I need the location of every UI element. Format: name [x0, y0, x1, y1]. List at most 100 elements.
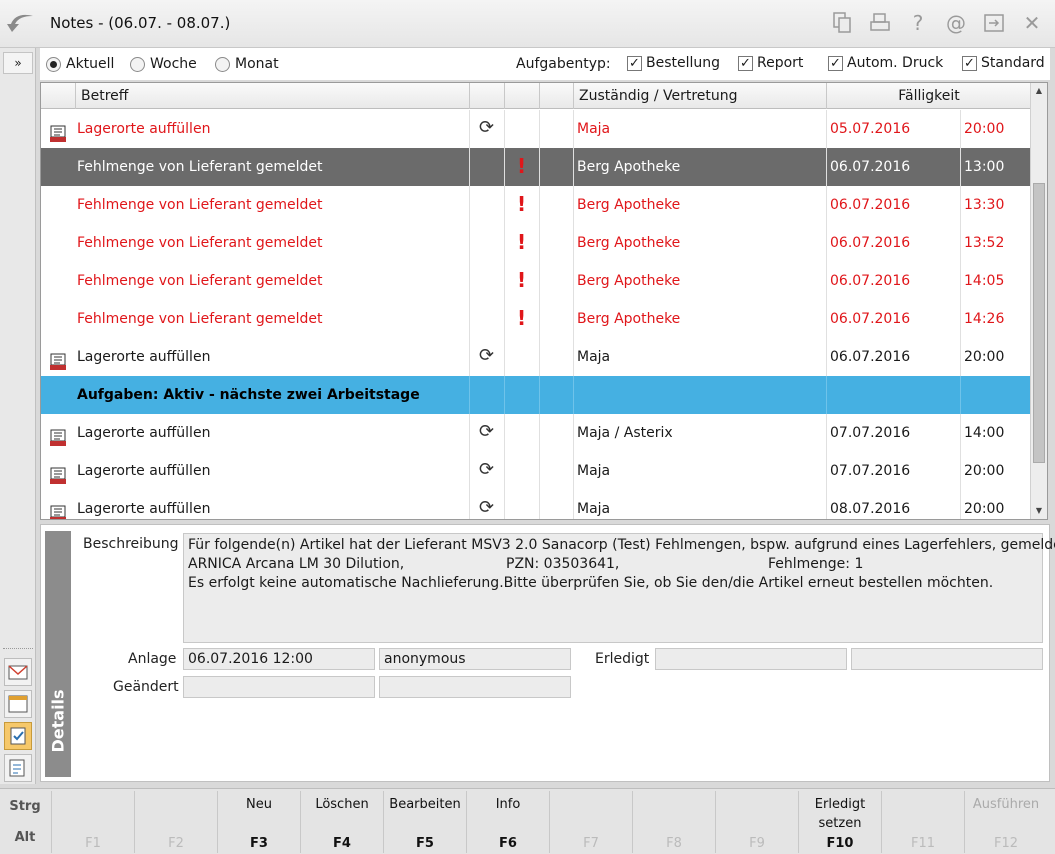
header-zustaendig[interactable]: Zuständig / Vertretung: [573, 83, 826, 109]
row-due-time: 14:05: [960, 262, 1031, 300]
print-icon[interactable]: [867, 10, 893, 36]
fkey-f3-button[interactable]: Neu F3: [217, 791, 299, 853]
fkey-f10-button[interactable]: Erledigt setzen F10: [798, 791, 880, 853]
created-by-field[interactable]: anonymous: [379, 648, 571, 670]
checkbox-autom-druck[interactable]: ✓ Autom. Druck: [828, 55, 943, 71]
urgent-exclamation-icon: !: [517, 268, 527, 292]
row-recurring-cell: ⟳: [469, 490, 504, 519]
radio-label: Monat: [235, 56, 279, 72]
row-assignee: Maja: [573, 110, 826, 148]
row-extra-cell: [539, 110, 573, 148]
scroll-down-arrow-icon[interactable]: ▼: [1031, 503, 1047, 519]
mail-icon[interactable]: [4, 658, 32, 686]
table-row[interactable]: Lagerorte auffüllen ⟳ Maja 05.07.2016 20:00: [41, 110, 1031, 148]
row-recurring-cell: ⟳: [469, 110, 504, 148]
row-assignee: [573, 376, 826, 414]
table-row[interactable]: Fehlmenge von Lieferant gemeldet! Berg Ap…: [41, 300, 1031, 338]
fkey-f2-button[interactable]: F2: [134, 791, 216, 853]
created-date-field[interactable]: 06.07.2016 12:00: [183, 648, 375, 670]
table-row[interactable]: Lagerorte auffüllen ⟳ Maja 06.07.2016 20:00: [41, 338, 1031, 376]
changed-label: Geändert: [113, 679, 179, 695]
fkey-f11-button[interactable]: F11: [881, 791, 963, 853]
row-recurring-cell: [469, 262, 504, 300]
fkey-f8-button[interactable]: F8: [632, 791, 714, 853]
details-tab-label: Details: [48, 689, 68, 753]
recurring-icon: ⟳: [479, 117, 495, 138]
table-row[interactable]: Lagerorte auffüllen ⟳ Maja 08.07.2016 20:00: [41, 490, 1031, 519]
row-extra-cell: [539, 300, 573, 338]
row-due-date: 06.07.2016: [826, 186, 960, 224]
row-priority-cell: !: [504, 300, 539, 338]
grid-scrollbar[interactable]: ▲ ▼: [1030, 83, 1047, 519]
row-extra-cell: [539, 224, 573, 262]
row-priority-cell: !: [504, 262, 539, 300]
email-icon[interactable]: @: [943, 10, 969, 36]
fkey-number: F4: [333, 836, 351, 851]
fkey-label: Ausführen: [972, 797, 1040, 812]
header-recurring[interactable]: [469, 83, 504, 109]
expand-sidebar-button[interactable]: »: [3, 52, 33, 74]
modifier-strg[interactable]: Strg: [0, 799, 50, 814]
header-faelligkeit[interactable]: Fälligkeit: [826, 83, 1031, 109]
task-edit-icon[interactable]: [4, 754, 32, 782]
fkey-f12-button[interactable]: Ausführen F12: [964, 791, 1046, 853]
table-row[interactable]: Fehlmenge von Lieferant gemeldet! Berg Ap…: [41, 148, 1031, 186]
checkbox-standard[interactable]: ✓ Standard: [962, 55, 1045, 71]
fkey-f6-button[interactable]: Info F6: [466, 791, 548, 853]
fkey-f5-button[interactable]: Bearbeiten F5: [383, 791, 465, 853]
fkey-f7-button[interactable]: F7: [549, 791, 631, 853]
table-row[interactable]: Lagerorte auffüllen ⟳ Maja / Asterix 07.07.…: [41, 414, 1031, 452]
back-arrow-icon[interactable]: [6, 10, 36, 36]
checkbox-report[interactable]: ✓ Report: [738, 55, 803, 71]
modifier-alt[interactable]: Alt: [0, 830, 50, 845]
header-priority[interactable]: [504, 83, 539, 109]
radio-woche[interactable]: Woche: [130, 56, 197, 72]
row-subject: Fehlmenge von Lieferant gemeldet: [77, 273, 323, 289]
copy-icon[interactable]: [829, 10, 855, 36]
changed-date-field[interactable]: [183, 676, 375, 698]
checkbox-checkmark: ✓: [627, 55, 642, 71]
description-fehlmenge: Fehlmenge: 1: [768, 556, 864, 572]
header-extra[interactable]: [539, 83, 573, 109]
row-priority-cell: [504, 110, 539, 148]
radio-monat[interactable]: Monat: [215, 56, 279, 72]
filter-bar: Aktuell Woche Monat Aufgabentyp: ✓ Beste…: [40, 48, 1050, 80]
scroll-thumb[interactable]: [1033, 183, 1045, 463]
description-article: ARNICA Arcana LM 30 Dilution,: [188, 556, 405, 572]
done-date-field[interactable]: [655, 648, 847, 670]
radio-aktuell[interactable]: Aktuell: [46, 56, 114, 72]
close-icon[interactable]: ✕: [1019, 10, 1045, 36]
changed-by-field[interactable]: [379, 676, 571, 698]
row-due-time: 13:30: [960, 186, 1031, 224]
recurring-icon: ⟳: [479, 497, 495, 518]
table-row[interactable]: Fehlmenge von Lieferant gemeldet! Berg Ap…: [41, 262, 1031, 300]
description-field[interactable]: Für folgende(n) Artikel hat der Lieferan…: [183, 533, 1055, 643]
fkey-label: Erledigt setzen: [814, 797, 866, 831]
row-subject: Aufgaben: Aktiv - nächste zwei Arbeitsta…: [77, 387, 420, 403]
fkey-f1-button[interactable]: F1: [51, 791, 133, 853]
row-extra-cell: [539, 262, 573, 300]
function-key-bar: Strg Alt F1 F2 Neu F3 Löschen F4 Bearbeiten F5 I…: [0, 788, 1055, 854]
sidebar-splitter[interactable]: [3, 648, 33, 652]
calendar-icon[interactable]: [4, 690, 32, 718]
table-row[interactable]: Fehlmenge von Lieferant gemeldet! Berg Ap…: [41, 186, 1031, 224]
group-header-row[interactable]: Aufgaben: Aktiv - nächste zwei Arbeitsta…: [41, 376, 1031, 414]
row-priority-cell: !: [504, 186, 539, 224]
table-row[interactable]: Lagerorte auffüllen ⟳ Maja 07.07.2016 20:00: [41, 452, 1031, 490]
details-tab[interactable]: Details: [45, 531, 71, 777]
scroll-up-arrow-icon[interactable]: ▲: [1031, 83, 1047, 99]
notes-checklist-icon[interactable]: [4, 722, 32, 750]
fkey-f9-button[interactable]: F9: [715, 791, 797, 853]
radio-label: Woche: [150, 56, 197, 72]
help-icon[interactable]: ?: [905, 10, 931, 36]
header-betreff[interactable]: Betreff: [75, 83, 469, 109]
row-assignee: Berg Apotheke: [573, 300, 826, 338]
urgent-exclamation-icon: !: [517, 192, 527, 216]
done-by-field[interactable]: [851, 648, 1043, 670]
table-row[interactable]: Fehlmenge von Lieferant gemeldet! Berg Ap…: [41, 224, 1031, 262]
export-icon[interactable]: [981, 10, 1007, 36]
checkbox-label: Bestellung: [646, 55, 721, 71]
fkey-f4-button[interactable]: Löschen F4: [300, 791, 382, 853]
fkey-number: F10: [826, 836, 854, 851]
checkbox-bestellung[interactable]: ✓ Bestellung: [627, 55, 720, 71]
